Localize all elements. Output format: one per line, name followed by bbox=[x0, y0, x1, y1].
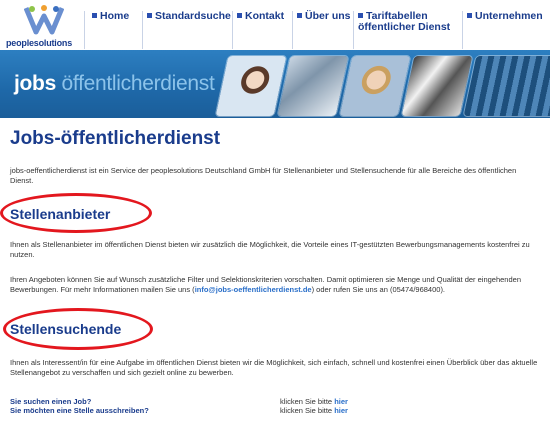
answer-text: klicken Sie bitte bbox=[280, 397, 333, 406]
header-banner: jobs öffentlicherdienst bbox=[0, 50, 550, 118]
nav-tariftabellen-label: Tariftabellen öffentlicher Dienst bbox=[358, 10, 451, 33]
nav-home[interactable]: Home bbox=[92, 11, 129, 22]
nav-kontakt[interactable]: Kontakt bbox=[237, 11, 284, 22]
nav-bullet-icon bbox=[358, 13, 363, 18]
intro-text: jobs-oeffentlicherdienst ist ein Service… bbox=[10, 166, 517, 185]
stellenanbieter-paragraph-2: Ihren Angeboten können Sie auf Wunsch zu… bbox=[10, 275, 540, 295]
stellenanbieter-p2-end: ) oder rufen Sie uns an (05474/968400). bbox=[311, 285, 446, 294]
question-post-job: Sie möchten eine Stelle ausschreiben? bbox=[10, 406, 149, 415]
top-navigation: peoplesolutions Home Standardsuche Konta… bbox=[0, 0, 550, 50]
nav-bullet-icon bbox=[297, 13, 302, 18]
answer-job-search: klicken Sie bitte hier bbox=[280, 397, 348, 406]
banner-title-light: öffentlicherdienst bbox=[61, 72, 215, 95]
hier-link-post-job[interactable]: hier bbox=[334, 406, 348, 415]
question-job-search: Sie suchen einen Job? bbox=[10, 397, 92, 406]
peoplesolutions-logo[interactable]: peoplesolutions bbox=[4, 4, 84, 48]
nav-divider bbox=[232, 11, 233, 49]
red-highlight-ellipse bbox=[3, 308, 153, 350]
stellensuchende-paragraph: Ihnen als Interessent/in für eine Aufgab… bbox=[10, 358, 538, 377]
nav-unternehmen[interactable]: Unternehmen bbox=[467, 11, 543, 22]
banner-photo-team bbox=[277, 56, 349, 116]
nav-kontakt-label: Kontakt bbox=[245, 10, 285, 22]
red-highlight-ellipse bbox=[0, 193, 152, 233]
main-content: Jobs-öffentlicherdienst jobs-oeffentlich… bbox=[0, 118, 550, 430]
answer-text: klicken Sie bitte bbox=[280, 406, 333, 415]
banner-photo-building bbox=[463, 56, 550, 116]
nav-home-label: Home bbox=[100, 10, 130, 22]
nav-standardsuche-label: Standardsuche bbox=[155, 10, 231, 22]
stellenanbieter-paragraph-1: Ihnen als Stellenanbieter im öffentliche… bbox=[10, 240, 530, 259]
banner-title: jobs öffentlicherdienst bbox=[14, 72, 215, 96]
nav-divider bbox=[462, 11, 463, 49]
banner-photo-meeting bbox=[401, 56, 473, 116]
nav-tariftabellen[interactable]: Tariftabellen öffentlicher Dienst bbox=[358, 11, 458, 33]
nav-bullet-icon bbox=[467, 13, 472, 18]
nav-ueber-uns-label: Über uns bbox=[305, 10, 351, 22]
nav-bullet-icon bbox=[92, 13, 97, 18]
nav-bullet-icon bbox=[147, 13, 152, 18]
logo-mark-icon bbox=[24, 5, 64, 35]
page-title: Jobs-öffentlicherdienst bbox=[10, 128, 221, 149]
nav-divider bbox=[142, 11, 143, 49]
nav-bullet-icon bbox=[237, 13, 242, 18]
nav-standardsuche[interactable]: Standardsuche bbox=[147, 11, 231, 22]
logo-text: peoplesolutions bbox=[6, 38, 73, 48]
nav-ueber-uns[interactable]: Über uns bbox=[297, 11, 351, 22]
hier-link-job-search[interactable]: hier bbox=[334, 397, 348, 406]
answer-post-job: klicken Sie bitte hier bbox=[280, 406, 348, 415]
nav-unternehmen-label: Unternehmen bbox=[475, 10, 543, 22]
banner-photo-callcenter bbox=[215, 56, 287, 116]
email-link[interactable]: info@jobs-oeffentlicherdienst.de bbox=[195, 285, 312, 294]
nav-divider bbox=[353, 11, 354, 49]
banner-photo-woman bbox=[339, 56, 411, 116]
banner-title-bold: jobs bbox=[14, 72, 56, 95]
nav-divider bbox=[84, 11, 85, 49]
nav-divider bbox=[292, 11, 293, 49]
